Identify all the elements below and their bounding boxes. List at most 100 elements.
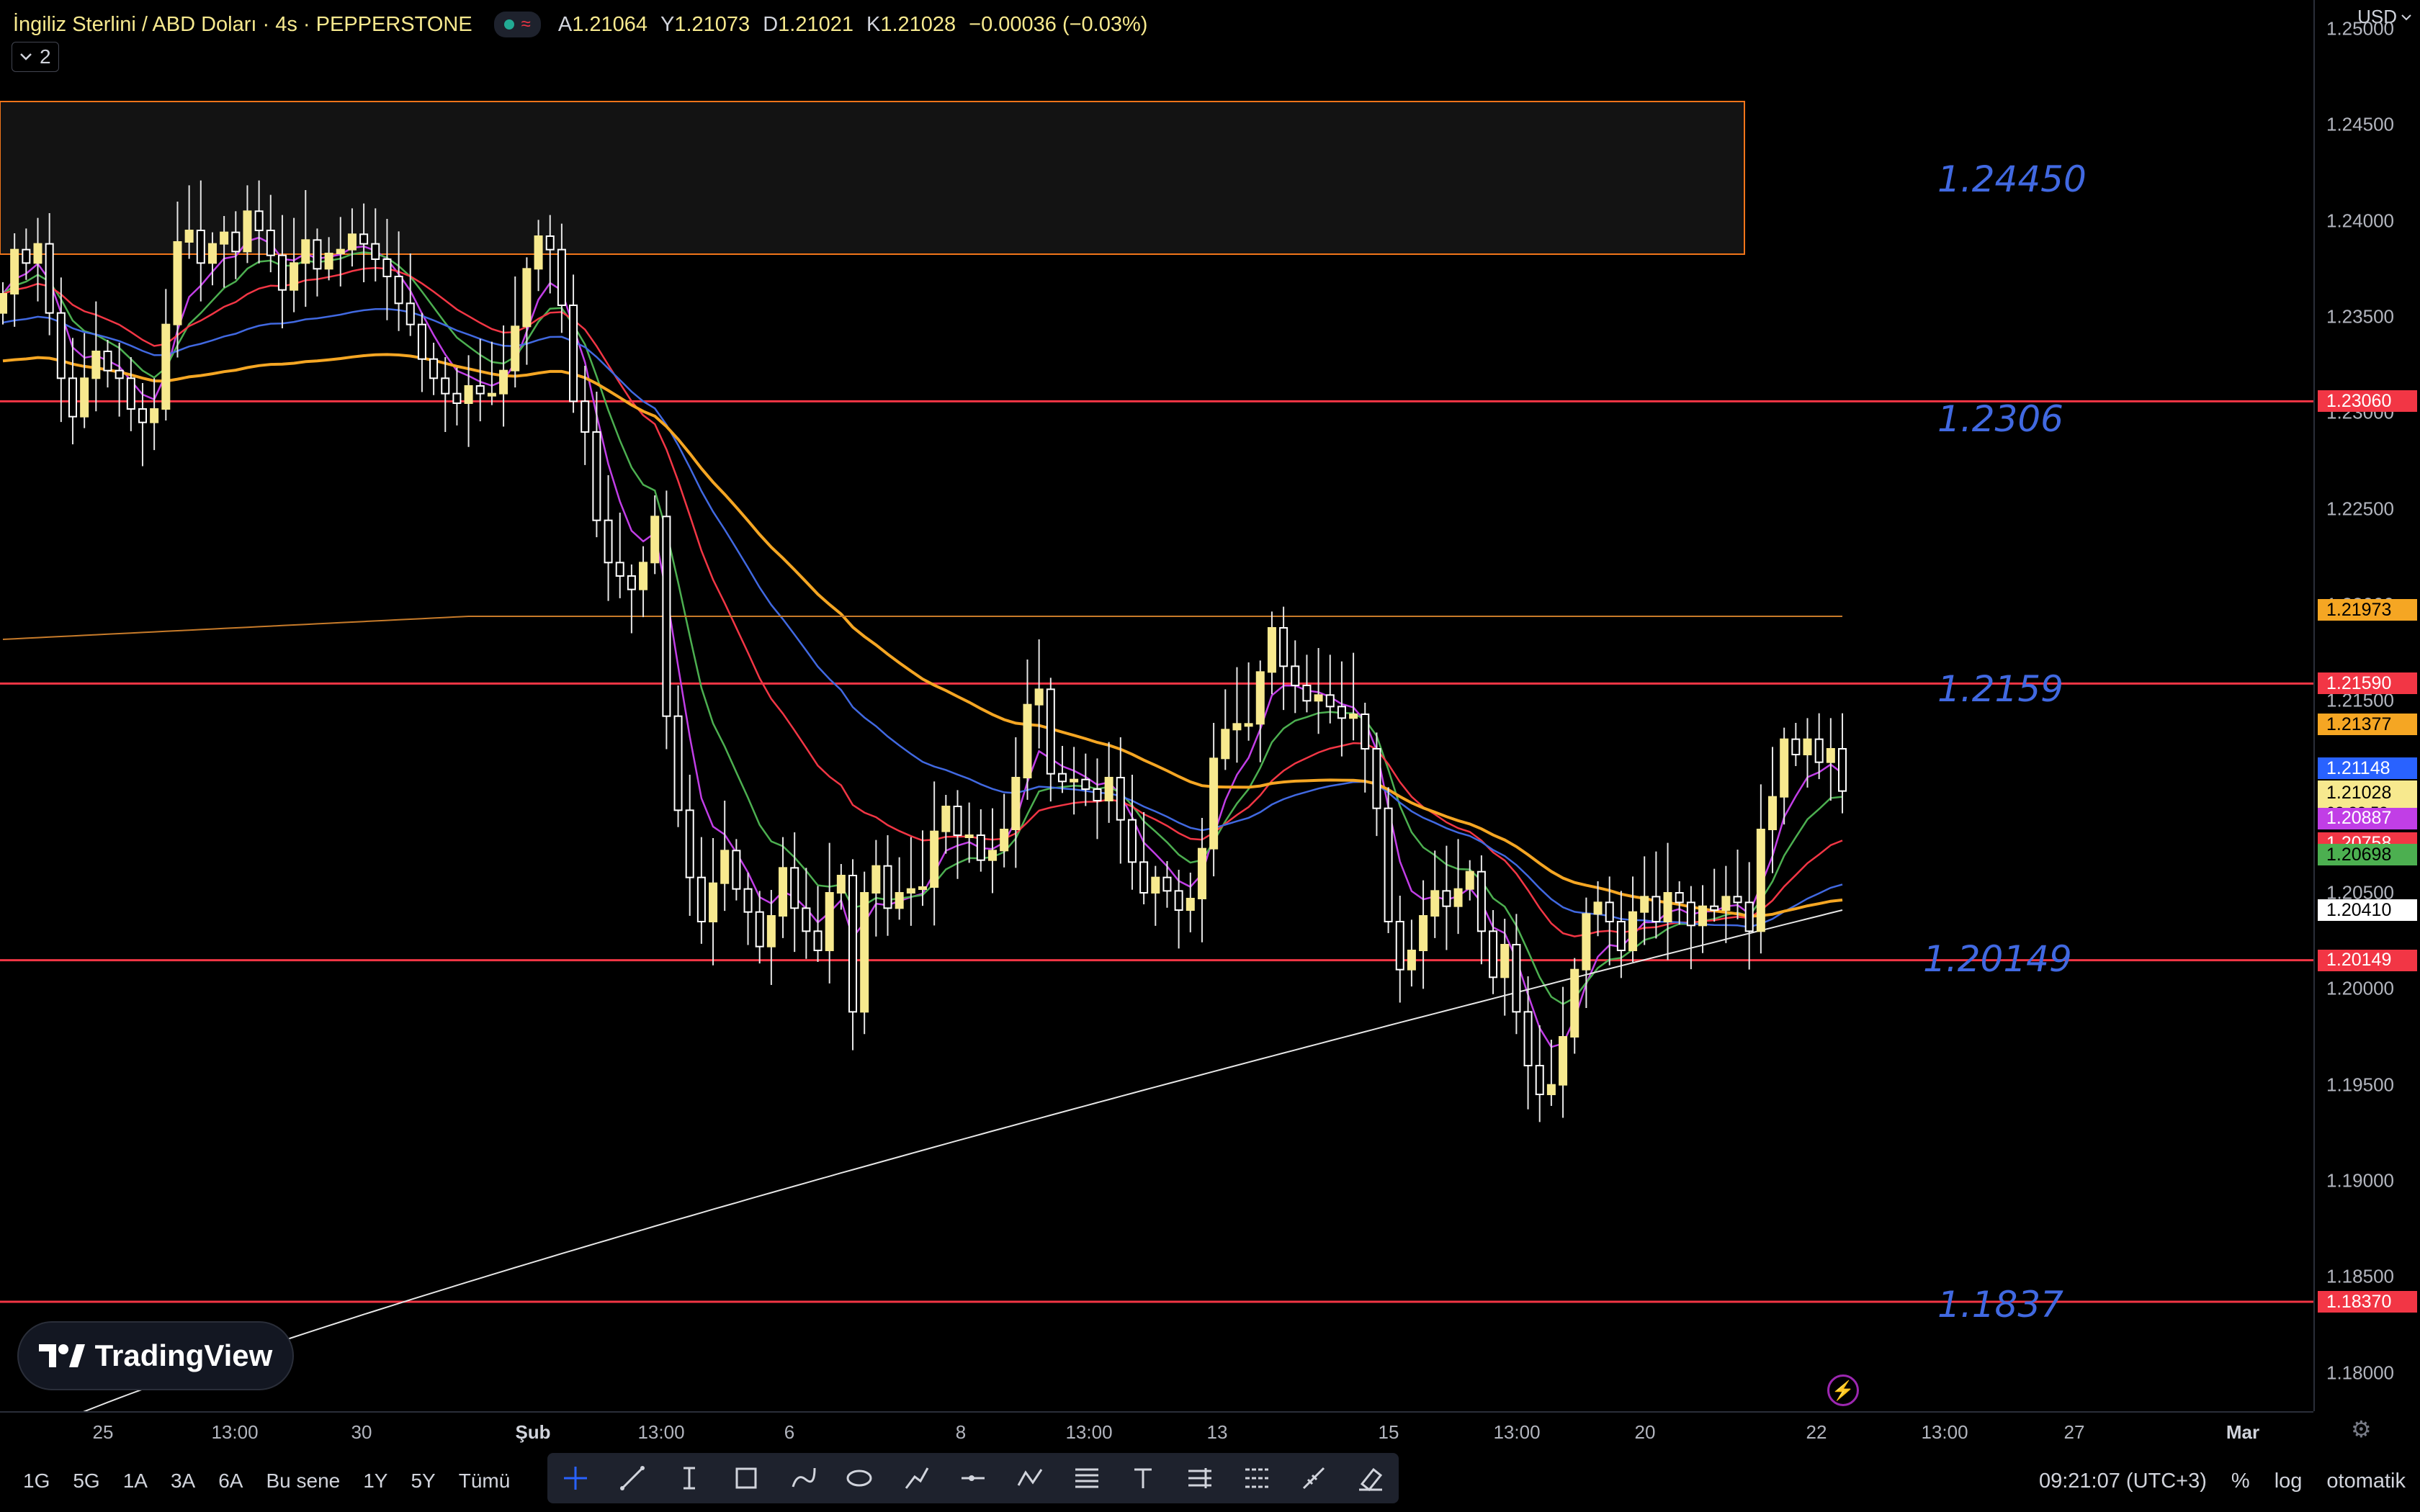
candle[interactable] (1476, 870, 1486, 932)
candle[interactable] (1279, 627, 1289, 667)
candle[interactable] (755, 911, 764, 948)
candle[interactable] (1733, 896, 1742, 904)
candle[interactable] (906, 888, 915, 894)
candle[interactable] (1104, 777, 1113, 801)
level-label-5[interactable]: 1.1837 (1937, 1284, 2063, 1326)
candle[interactable] (1395, 921, 1404, 971)
candle[interactable] (173, 241, 182, 325)
range-ytd[interactable]: Bu sene (266, 1470, 340, 1493)
candle[interactable] (720, 850, 730, 884)
candle[interactable] (1093, 788, 1102, 801)
candle[interactable] (1652, 896, 1661, 923)
candle[interactable] (1826, 748, 1835, 763)
candle[interactable] (138, 408, 147, 423)
candle[interactable] (1780, 738, 1789, 798)
candle[interactable] (790, 867, 799, 909)
candle[interactable] (1337, 706, 1346, 719)
candle[interactable] (207, 243, 217, 264)
candle[interactable] (639, 562, 648, 590)
candle[interactable] (1791, 738, 1801, 755)
candle[interactable] (1127, 819, 1137, 863)
price-axis-label[interactable]: 1.21590 (2318, 672, 2417, 695)
candle[interactable] (860, 892, 869, 1013)
candle[interactable] (1430, 890, 1440, 917)
indicators-toggle[interactable]: 2 (12, 42, 59, 72)
candle[interactable] (930, 830, 939, 888)
candle[interactable] (1070, 778, 1079, 783)
candle[interactable] (813, 930, 823, 952)
symbol-title[interactable]: İngiliz Sterlini / ABD Doları · 4s · PEP… (13, 13, 472, 37)
candle[interactable] (405, 302, 415, 325)
candle[interactable] (709, 882, 718, 922)
candle[interactable] (918, 886, 928, 890)
price-axis-label[interactable]: 1.21377 (2318, 714, 2417, 736)
range-1g[interactable]: 1G (23, 1470, 50, 1493)
candle[interactable] (1640, 896, 1649, 913)
candle[interactable] (1675, 892, 1684, 904)
candle[interactable] (836, 875, 846, 894)
fib-retracement-tool[interactable] (1067, 1458, 1107, 1498)
tradingview-logo[interactable]: TradingView (17, 1321, 294, 1390)
candle[interactable] (1837, 748, 1847, 792)
candle[interactable] (1197, 847, 1206, 899)
candle[interactable] (266, 230, 275, 256)
candle[interactable] (581, 400, 590, 433)
price-axis-label[interactable]: 1.21973 (2318, 599, 2417, 621)
candle[interactable] (277, 254, 287, 291)
candle[interactable] (1000, 829, 1009, 852)
candle[interactable] (417, 323, 426, 360)
candle[interactable] (1349, 714, 1358, 719)
candle[interactable] (592, 431, 601, 521)
candle[interactable] (627, 575, 636, 590)
candle[interactable] (1116, 777, 1125, 821)
candle[interactable] (941, 806, 951, 832)
candle[interactable] (743, 888, 753, 913)
candle[interactable] (1209, 757, 1219, 850)
pattern-tool[interactable] (1010, 1458, 1050, 1498)
brush-tool[interactable] (783, 1458, 823, 1498)
candle[interactable] (650, 516, 660, 564)
price-range-tool[interactable] (1237, 1458, 1277, 1498)
candle[interactable] (1361, 714, 1370, 750)
candle[interactable] (429, 358, 439, 379)
candle[interactable] (10, 248, 19, 294)
log-toggle[interactable]: log (2275, 1470, 2303, 1493)
candle[interactable] (802, 907, 811, 932)
candle[interactable] (487, 392, 496, 397)
rectangle-tool[interactable] (726, 1458, 766, 1498)
candle[interactable] (1465, 870, 1474, 890)
candle[interactable] (569, 305, 578, 402)
text-tool[interactable] (1123, 1458, 1163, 1498)
candle[interactable] (1244, 723, 1253, 727)
price-axis-label[interactable]: 1.23060 (2318, 390, 2417, 413)
candle[interactable] (91, 351, 101, 379)
candle[interactable] (1325, 694, 1335, 708)
text-cursor-tool[interactable] (669, 1458, 709, 1498)
candle[interactable] (371, 243, 380, 260)
candle[interactable] (1057, 773, 1067, 783)
candle[interactable] (1698, 905, 1708, 927)
candle[interactable] (953, 806, 962, 836)
candle[interactable] (545, 235, 555, 251)
clock-timezone[interactable]: 09:21:07 (UTC+3) (2039, 1470, 2207, 1493)
candle[interactable] (1139, 861, 1149, 894)
lightning-icon[interactable]: ⚡ (1827, 1374, 1859, 1406)
candle[interactable] (522, 268, 532, 328)
candle[interactable] (871, 865, 881, 894)
candle[interactable] (1174, 890, 1183, 912)
auto-toggle[interactable]: otomatik (2326, 1470, 2406, 1493)
range-5y[interactable]: 5Y (411, 1470, 435, 1493)
candle[interactable] (103, 351, 112, 372)
candle[interactable] (1744, 901, 1754, 932)
candle[interactable] (1559, 1036, 1568, 1086)
candle[interactable] (848, 875, 858, 1013)
candle[interactable] (243, 210, 252, 253)
candle[interactable] (1628, 911, 1638, 951)
candle[interactable] (511, 325, 520, 372)
candle[interactable] (1372, 748, 1381, 809)
range-3a[interactable]: 3A (171, 1470, 195, 1493)
price-axis[interactable]: USD 1.25000 1.24500 1.24000 1.23500 1.23000 1… (2313, 0, 2420, 1411)
candle[interactable] (976, 834, 985, 861)
candle[interactable] (1442, 890, 1451, 907)
candle[interactable] (1535, 1065, 1544, 1095)
